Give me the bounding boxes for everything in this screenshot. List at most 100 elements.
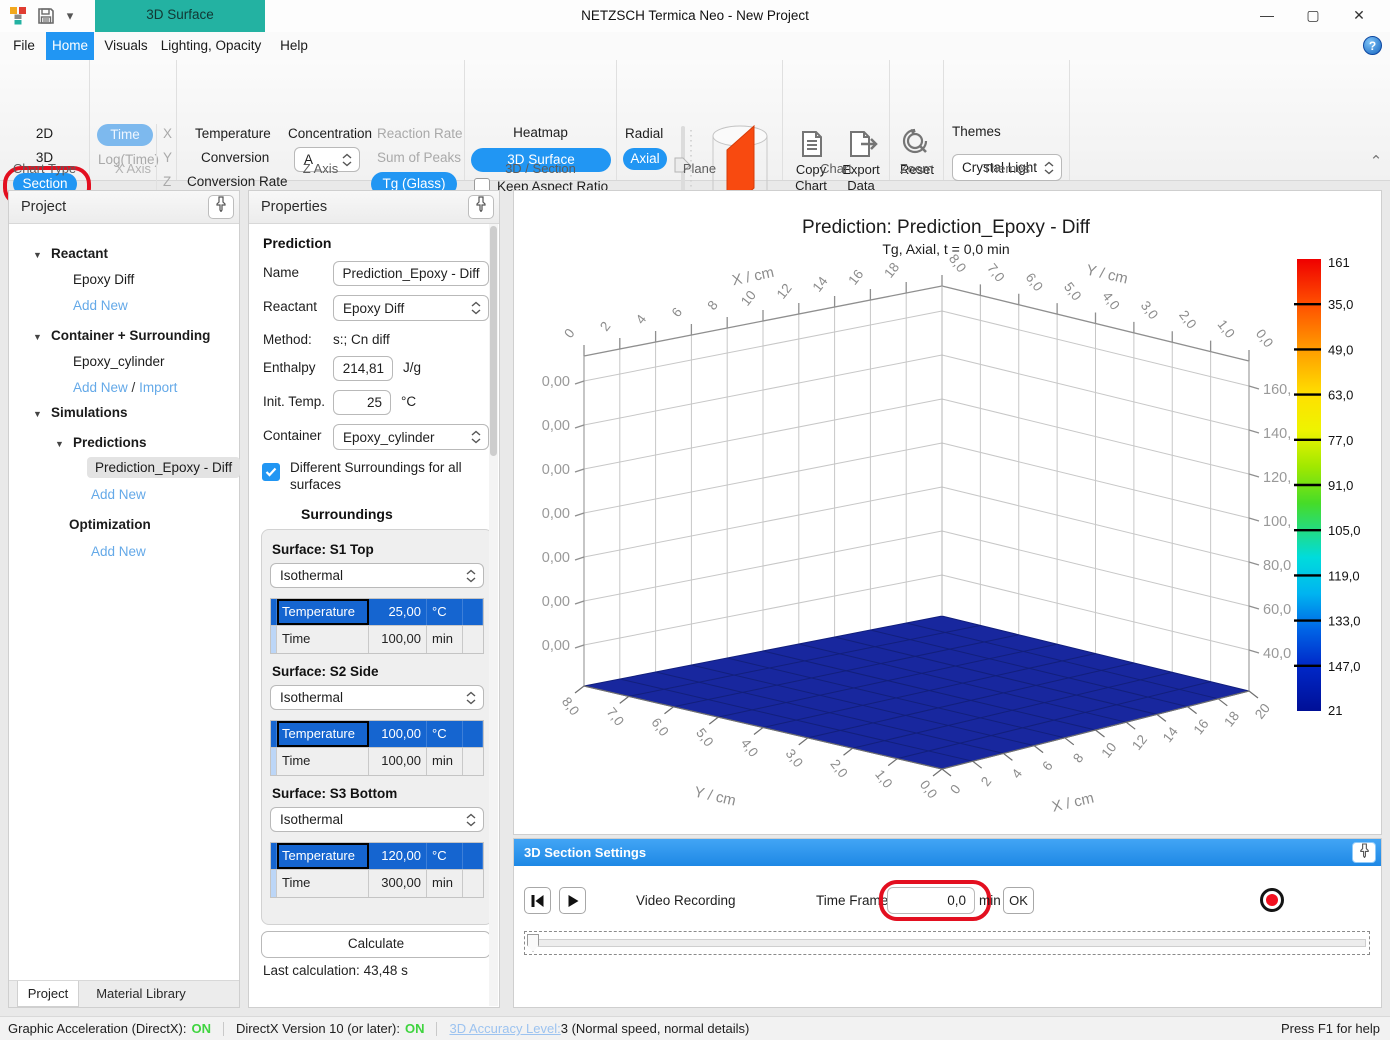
name-field[interactable] — [333, 261, 489, 286]
y-axis-tick — [574, 685, 585, 694]
tree-link-add-new-container[interactable]: Add New — [73, 380, 128, 395]
x-axis-tick — [1064, 737, 1075, 746]
x-axis-bottom-tick-label: 10 — [1098, 740, 1119, 761]
pin-icon[interactable] — [208, 195, 234, 219]
accuracy-level-link[interactable]: 3D Accuracy Level: — [449, 1021, 560, 1036]
last-calculation-label: Last calculation: — [263, 963, 360, 978]
s1-param-cell[interactable]: Temperature — [277, 599, 369, 625]
tree-expand-icon[interactable]: ▼ — [55, 439, 64, 449]
export-data-icon[interactable] — [845, 128, 881, 160]
table-row: Temperature 100,00 °C — [271, 721, 483, 748]
y-axis-bottom-tick-label: 8,0 — [559, 694, 582, 718]
s1-value-cell[interactable]: 100,00 — [369, 626, 427, 653]
menu-help[interactable]: Help — [274, 32, 314, 60]
s2-param-cell[interactable]: Temperature — [277, 721, 369, 747]
surface-s3-type-select[interactable]: Isothermal — [270, 807, 484, 832]
close-button[interactable]: ✕ — [1336, 0, 1382, 30]
s3-value-cell[interactable]: 120,00 — [369, 843, 427, 869]
tree-link-add-new-optimization[interactable]: Add New — [91, 544, 146, 559]
surface-s2-type-select[interactable]: Isothermal — [270, 685, 484, 710]
pin-icon[interactable] — [1352, 842, 1376, 863]
z-axis-left-tick-label: 0,00 — [542, 638, 570, 654]
container-select[interactable]: Epoxy_cylinder — [333, 424, 489, 450]
help-icon[interactable]: ? — [1363, 36, 1382, 55]
skip-to-start-button[interactable] — [524, 887, 551, 914]
time-frame-unit: min — [979, 893, 1001, 908]
s1-value-cell[interactable]: 25,00 — [369, 599, 427, 625]
menu-home-active[interactable]: Home — [46, 32, 94, 60]
surface-s1-type-select[interactable]: Isothermal — [270, 563, 484, 588]
s3-param-cell[interactable]: Time — [277, 870, 369, 897]
ribbon-collapse-chevron-icon[interactable]: ⌃ — [1366, 152, 1386, 172]
surface-polygon — [583, 615, 1250, 770]
tree-group-reactant[interactable]: Reactant — [51, 246, 108, 261]
x-axis-bottom-tick-label: 12 — [1129, 732, 1150, 753]
surface-s3-type-value: Isothermal — [280, 812, 344, 827]
tree-item-prediction-epoxy-diff-selected[interactable]: Prediction_Epoxy - Diff — [87, 457, 241, 478]
reset-zoom-icon[interactable] — [901, 128, 933, 160]
s1-param-cell[interactable]: Time — [277, 626, 369, 653]
record-button[interactable] — [1260, 888, 1284, 912]
menu-lighting-opacity[interactable]: Lighting, Opacity — [156, 32, 266, 60]
time-slider-track[interactable] — [528, 939, 1366, 947]
table-row: Temperature 120,00 °C — [271, 843, 483, 870]
tree-item-epoxy-cylinder[interactable]: Epoxy_cylinder — [73, 354, 165, 369]
x-axis-tick-label: 6 — [669, 305, 685, 320]
time-slider-handle[interactable] — [527, 934, 539, 952]
tree-link-add-new-prediction[interactable]: Add New — [91, 487, 146, 502]
init-temp-field[interactable] — [333, 390, 391, 415]
reactant-select[interactable]: Epoxy Diff — [333, 295, 489, 321]
tree-link-add-new-reactant[interactable]: Add New — [73, 298, 128, 313]
z-axis-temperature-button[interactable]: Temperature — [195, 126, 271, 141]
pin-icon[interactable] — [468, 195, 494, 219]
z-axis-tick — [1248, 561, 1260, 566]
heatmap-button[interactable]: Heatmap — [465, 125, 616, 140]
different-surroundings-checkbox[interactable] — [262, 463, 280, 481]
z-axis-concentration-button[interactable]: Concentration — [288, 126, 372, 141]
y-axis-bottom-tick-label: 6,0 — [648, 715, 671, 739]
s2-value-cell[interactable]: 100,00 — [369, 721, 427, 747]
s2-param-cell[interactable]: Time — [277, 748, 369, 775]
status-bar: Graphic Acceleration (DirectX): ON Direc… — [0, 1016, 1390, 1040]
tree-expand-icon[interactable]: ▼ — [33, 332, 42, 342]
z-axis-left-tick-label: 0,00 — [542, 550, 570, 566]
time-slider[interactable] — [524, 931, 1370, 955]
menu-file[interactable]: File — [6, 32, 42, 60]
z-axis-conversion-rate-button[interactable]: Conversion Rate — [187, 174, 288, 189]
time-frame-field[interactable] — [887, 887, 975, 914]
s2-value-cell[interactable]: 100,00 — [369, 748, 427, 775]
minimize-button[interactable]: — — [1244, 0, 1290, 30]
group-label-zoom: Zoom — [899, 161, 934, 176]
tree-group-predictions[interactable]: Predictions — [73, 435, 147, 450]
tree-item-epoxy-diff[interactable]: Epoxy Diff — [73, 272, 134, 287]
tree-expand-icon[interactable]: ▼ — [33, 409, 42, 419]
tab-project[interactable]: Project — [17, 981, 79, 1007]
last-calculation-value: 43,48 — [363, 963, 398, 978]
enthalpy-field[interactable] — [333, 356, 393, 381]
scrollbar[interactable] — [489, 224, 498, 1006]
tree-expand-icon[interactable]: ▼ — [33, 250, 42, 260]
project-panel-title: Project — [21, 199, 67, 215]
s3-value-cell[interactable]: 300,00 — [369, 870, 427, 897]
plane-radial-button[interactable]: Radial — [625, 126, 663, 141]
slash-separator: / — [131, 380, 136, 395]
tree-group-simulations[interactable]: Simulations — [51, 405, 128, 420]
tab-material-library[interactable]: Material Library — [81, 981, 201, 1006]
z-axis-tick — [574, 600, 585, 605]
calculate-button[interactable]: Calculate — [261, 931, 491, 958]
chart-type-2d-button[interactable]: 2D — [0, 126, 89, 141]
maximize-button[interactable]: ▢ — [1290, 0, 1336, 30]
play-button[interactable] — [559, 887, 586, 914]
tree-group-optimization[interactable]: Optimization — [69, 517, 151, 532]
chart-3d-surface-view[interactable]: Prediction: Prediction_Epoxy - Diff Tg, … — [513, 190, 1382, 835]
project-panel-tabs: Project Material Library — [9, 980, 239, 1007]
z-axis-right-tick-label: 140, — [1263, 426, 1291, 442]
tree-group-container-surrounding[interactable]: Container + Surrounding — [51, 328, 210, 343]
copy-chart-icon[interactable] — [795, 128, 827, 160]
project-panel: Project ▼ Reactant Epoxy Diff Add New ▼ … — [8, 190, 241, 1008]
ok-button[interactable]: OK — [1003, 887, 1034, 914]
tree-link-import-container[interactable]: Import — [139, 380, 177, 395]
menu-visuals[interactable]: Visuals — [98, 32, 154, 60]
s3-param-cell[interactable]: Temperature — [277, 843, 369, 869]
scrollbar-thumb[interactable] — [490, 226, 497, 456]
